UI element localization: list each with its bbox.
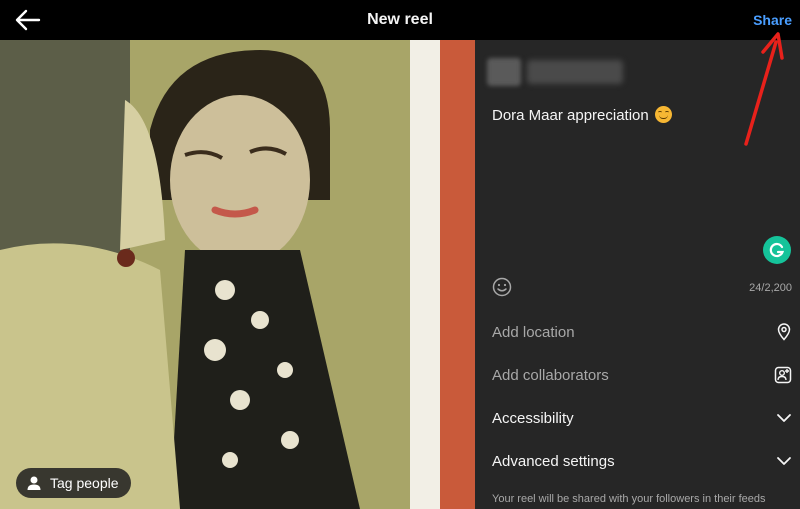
smiling-face-icon	[654, 106, 672, 123]
page-title: New reel	[367, 11, 433, 28]
arrow-left-icon	[15, 9, 41, 31]
reel-photo	[0, 40, 475, 509]
top-bar: New reel Share	[0, 0, 800, 40]
character-count: 24/2,200	[749, 282, 792, 294]
tag-people-label: Tag people	[50, 475, 119, 491]
add-collaborators-row[interactable]: Add collaborators	[475, 355, 800, 395]
chevron-down-icon	[777, 457, 791, 465]
location-pin-icon	[777, 323, 791, 341]
add-location-label: Add location	[492, 323, 575, 341]
reel-preview: Tag people	[0, 40, 475, 509]
back-button[interactable]	[14, 8, 42, 32]
accessibility-row[interactable]: Accessibility	[475, 398, 800, 438]
details-panel: Dora Maar appreciation 24/2,200 Add loca…	[475, 40, 800, 509]
advanced-settings-row[interactable]: Advanced settings	[475, 441, 800, 481]
share-info-text: Your reel will be shared with your follo…	[492, 493, 766, 505]
caption-input[interactable]: Dora Maar appreciation	[492, 106, 672, 124]
caption-text: Dora Maar appreciation	[492, 107, 649, 124]
tag-people-button[interactable]: Tag people	[16, 468, 131, 498]
add-person-icon	[774, 366, 792, 384]
smiley-icon	[492, 277, 512, 297]
avatar	[487, 58, 623, 86]
person-icon	[27, 476, 41, 490]
add-collaborators-label: Add collaborators	[492, 366, 609, 384]
accessibility-label: Accessibility	[492, 409, 574, 427]
grammarly-icon[interactable]	[763, 236, 791, 264]
add-location-row[interactable]: Add location	[475, 312, 800, 352]
share-button[interactable]: Share	[753, 12, 792, 28]
chevron-down-icon	[777, 414, 791, 422]
advanced-settings-label: Advanced settings	[492, 452, 615, 470]
emoji-picker-button[interactable]	[492, 277, 512, 297]
